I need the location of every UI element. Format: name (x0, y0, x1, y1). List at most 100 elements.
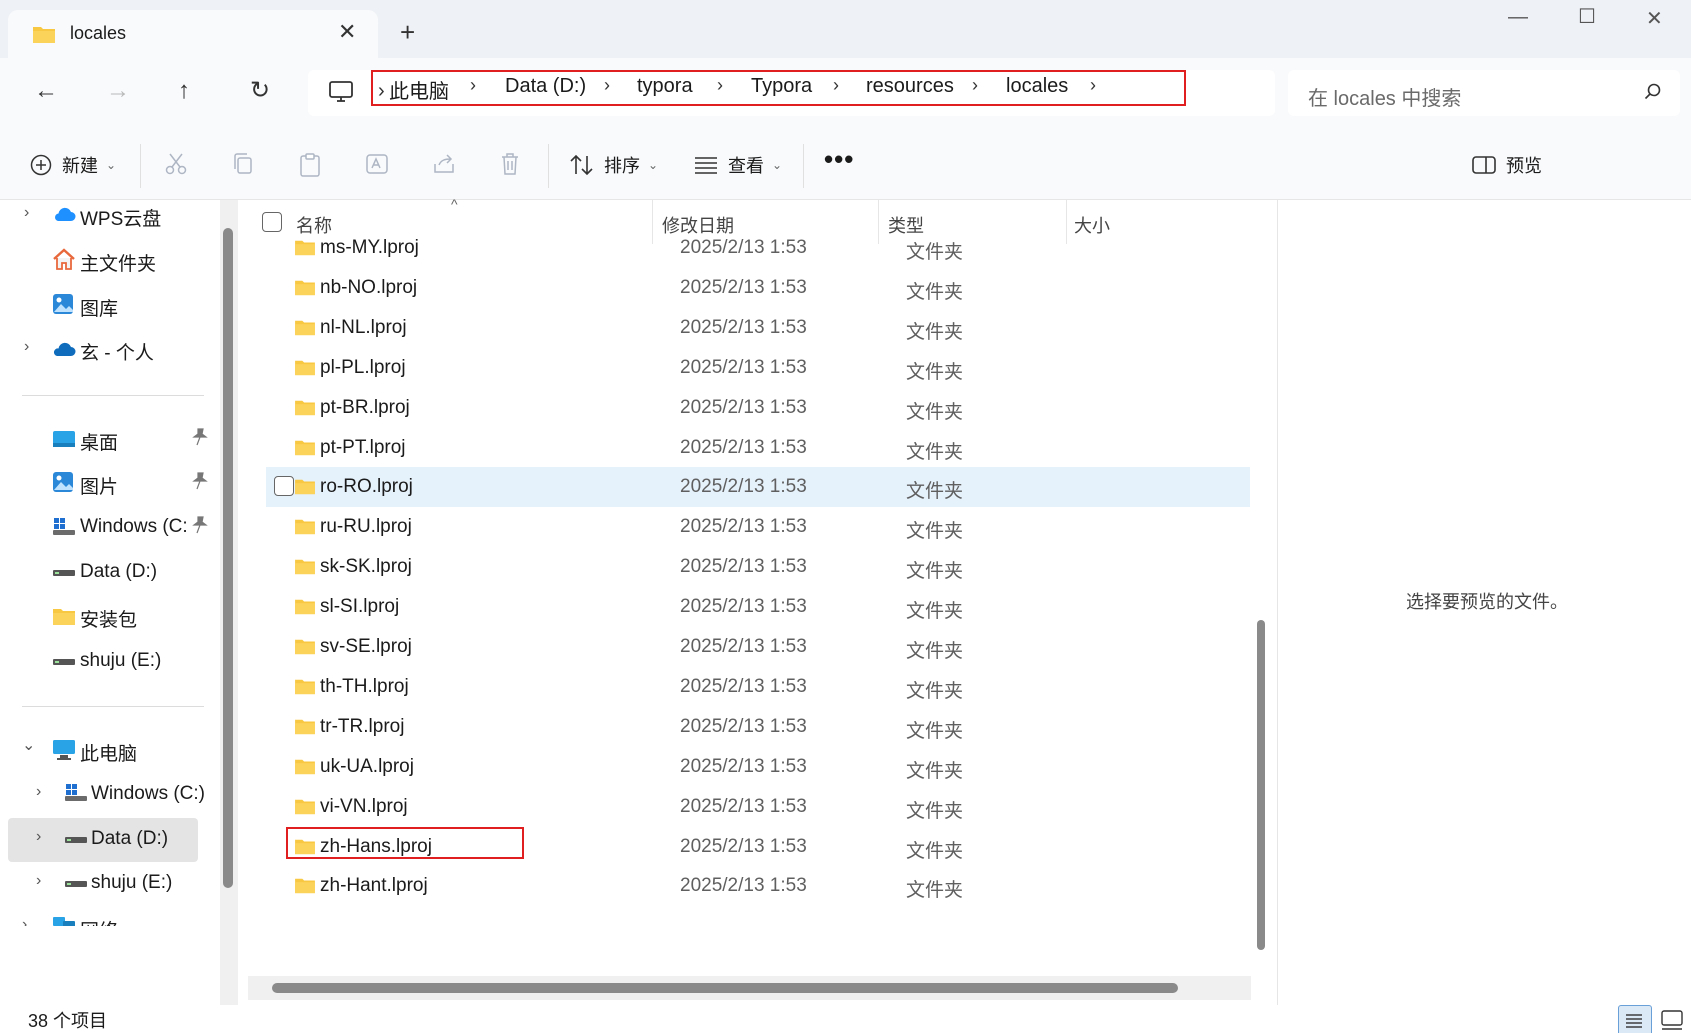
chevron-right-icon[interactable]: › (36, 783, 41, 801)
sidebar-item-wps-cloud[interactable]: › WPS云盘 (0, 194, 214, 238)
file-row[interactable]: sk-SK.lproj 2025/2/13 1:53 文件夹 (266, 547, 1250, 587)
sidebar-item-gallery[interactable]: 图库 (0, 284, 214, 328)
breadcrumb-chevron-icon[interactable]: › (833, 75, 839, 96)
file-row[interactable]: sl-SI.lproj 2025/2/13 1:53 文件夹 (266, 587, 1250, 627)
search-box[interactable]: 在 locales 中搜索 (1288, 70, 1680, 116)
file-modified-date: 2025/2/13 1:53 (680, 356, 807, 378)
sidebar-item-windows-c-pinned[interactable]: Windows (C: (0, 506, 214, 550)
file-row[interactable]: nb-NO.lproj 2025/2/13 1:53 文件夹 (266, 268, 1250, 308)
tab-close-icon[interactable]: ✕ (338, 19, 356, 45)
breadcrumb-chevron-icon[interactable]: › (717, 75, 723, 96)
breadcrumb-typora-app[interactable]: Typora (751, 75, 812, 98)
sidebar-item-desktop[interactable]: 桌面 (0, 418, 214, 462)
file-row[interactable]: th-TH.lproj 2025/2/13 1:53 文件夹 (266, 667, 1250, 707)
breadcrumb-resources[interactable]: resources (866, 75, 954, 98)
sidebar-item-label: Windows (C:) (91, 783, 206, 804)
breadcrumb-chevron-icon[interactable]: › (604, 75, 610, 96)
chevron-right-icon[interactable]: › (24, 204, 29, 222)
horizontal-scrollbar-thumb[interactable] (272, 983, 1178, 993)
file-name: pt-BR.lproj (320, 396, 410, 418)
details-view-button[interactable] (1618, 1005, 1652, 1033)
file-row[interactable]: ms-MY.lproj 2025/2/13 1:53 文件夹 (266, 228, 1250, 268)
close-window-button[interactable]: ✕ (1646, 6, 1663, 31)
file-row[interactable]: sv-SE.lproj 2025/2/13 1:53 文件夹 (266, 627, 1250, 667)
breadcrumb-this-pc[interactable]: 此电脑 (389, 75, 449, 104)
breadcrumb-chevron-icon[interactable]: › (1090, 75, 1096, 96)
preview-pane-divider[interactable] (1277, 200, 1278, 1005)
chevron-down-icon[interactable]: ⌄ (22, 735, 35, 755)
folder-icon (295, 400, 315, 415)
breadcrumb-chevron-icon[interactable]: › (470, 75, 476, 96)
search-input[interactable]: 在 locales 中搜索 (1308, 82, 1461, 111)
gallery-icon (53, 294, 73, 314)
copy-icon[interactable] (231, 152, 255, 176)
file-row[interactable]: pt-PT.lproj 2025/2/13 1:53 文件夹 (266, 428, 1250, 468)
row-checkbox[interactable] (274, 476, 294, 497)
sidebar-item-home[interactable]: 主文件夹 (0, 239, 214, 283)
file-list-scrollbar-thumb[interactable] (1257, 620, 1265, 950)
chevron-right-icon[interactable]: › (36, 872, 41, 890)
breadcrumb-data-d[interactable]: Data (D:) (505, 75, 586, 98)
sidebar-item-shuju-e[interactable]: › shuju (E:) (0, 862, 214, 906)
sidebar-item-label: 图库 (80, 299, 119, 320)
file-row[interactable]: pt-BR.lproj 2025/2/13 1:53 文件夹 (266, 388, 1250, 428)
pin-icon[interactable] (192, 428, 208, 446)
cut-icon[interactable] (164, 152, 188, 176)
file-row[interactable]: uk-UA.lproj 2025/2/13 1:53 文件夹 (266, 747, 1250, 787)
tab-locales[interactable]: locales ✕ (8, 10, 378, 58)
sidebar-item-network[interactable]: › 网络 (0, 906, 214, 926)
file-row[interactable]: vi-VN.lproj 2025/2/13 1:53 文件夹 (266, 787, 1250, 827)
maximize-button[interactable]: ☐ (1578, 4, 1596, 29)
rename-icon[interactable] (365, 152, 389, 176)
tab-title: locales (70, 23, 127, 43)
breadcrumb-locales[interactable]: locales (1006, 75, 1068, 98)
file-row[interactable]: nl-NL.lproj 2025/2/13 1:53 文件夹 (266, 308, 1250, 348)
file-row[interactable]: tr-TR.lproj 2025/2/13 1:53 文件夹 (266, 707, 1250, 747)
chevron-right-icon[interactable]: › (22, 916, 27, 926)
sidebar-item-this-pc[interactable]: ⌄ 此电脑 (0, 729, 214, 773)
delete-icon[interactable] (499, 152, 521, 176)
sidebar-item-onedrive[interactable]: › 玄 - 个人 (0, 328, 214, 372)
sidebar-item-pictures[interactable]: 图片 (0, 462, 214, 506)
search-icon[interactable] (1644, 83, 1662, 101)
up-button[interactable]: ↑ (178, 78, 190, 104)
sidebar-item-data-d[interactable]: › Data (D:) (8, 818, 198, 862)
sidebar-item-data-d-pinned[interactable]: Data (D:) (0, 551, 214, 595)
more-options-button[interactable]: ••• (824, 144, 854, 175)
breadcrumb-typora[interactable]: typora (637, 75, 693, 98)
sidebar-item-windows-c[interactable]: › Windows (C:) (0, 773, 214, 817)
refresh-button[interactable]: ↻ (250, 78, 270, 104)
tiles-view-icon[interactable] (1660, 1009, 1684, 1031)
file-row[interactable]: ro-RO.lproj 2025/2/13 1:53 文件夹 (266, 467, 1250, 508)
file-type: 文件夹 (906, 680, 964, 702)
file-row[interactable]: ru-RU.lproj 2025/2/13 1:53 文件夹 (266, 507, 1250, 547)
pin-icon[interactable] (192, 516, 208, 534)
new-button[interactable]: 新建 ⌄ (30, 152, 116, 178)
file-name: sv-SE.lproj (320, 636, 412, 657)
minimize-button[interactable]: — (1508, 6, 1528, 29)
view-button[interactable]: 查看 ⌄ (694, 152, 782, 178)
sidebar-item-shuju-e-pinned[interactable]: shuju (E:) (0, 640, 214, 684)
new-tab-button[interactable]: + (400, 18, 415, 46)
breadcrumb-chevron-icon[interactable]: › (972, 75, 978, 96)
chevron-right-icon[interactable]: › (36, 828, 41, 846)
file-modified-date: 2025/2/13 1:53 (680, 516, 807, 538)
file-row[interactable]: pl-PL.lproj 2025/2/13 1:53 文件夹 (266, 348, 1250, 388)
sort-button[interactable]: 排序 ⌄ (570, 152, 658, 178)
sidebar-scrollbar-thumb[interactable] (223, 228, 233, 888)
chevron-down-icon: ⌄ (648, 158, 659, 172)
sidebar-item-installers[interactable]: 安装包 (0, 595, 214, 639)
pin-icon[interactable] (192, 472, 208, 490)
file-modified-date: 2025/2/13 1:53 (680, 675, 807, 697)
chevron-right-icon[interactable]: › (24, 338, 29, 356)
file-row[interactable]: zh-Hans.lproj 2025/2/13 1:53 文件夹 (266, 826, 1250, 867)
share-icon[interactable] (432, 152, 456, 176)
back-button[interactable]: ← (34, 78, 58, 104)
file-modified-date: 2025/2/13 1:53 (680, 276, 807, 298)
file-row[interactable]: zh-Hant.lproj 2025/2/13 1:53 文件夹 (266, 866, 1250, 906)
paste-icon[interactable] (298, 152, 322, 178)
forward-button[interactable]: → (106, 78, 130, 104)
pictures-icon (53, 472, 73, 492)
preview-pane-button[interactable]: 预览 (1472, 152, 1542, 178)
this-pc-icon[interactable] (328, 80, 354, 104)
